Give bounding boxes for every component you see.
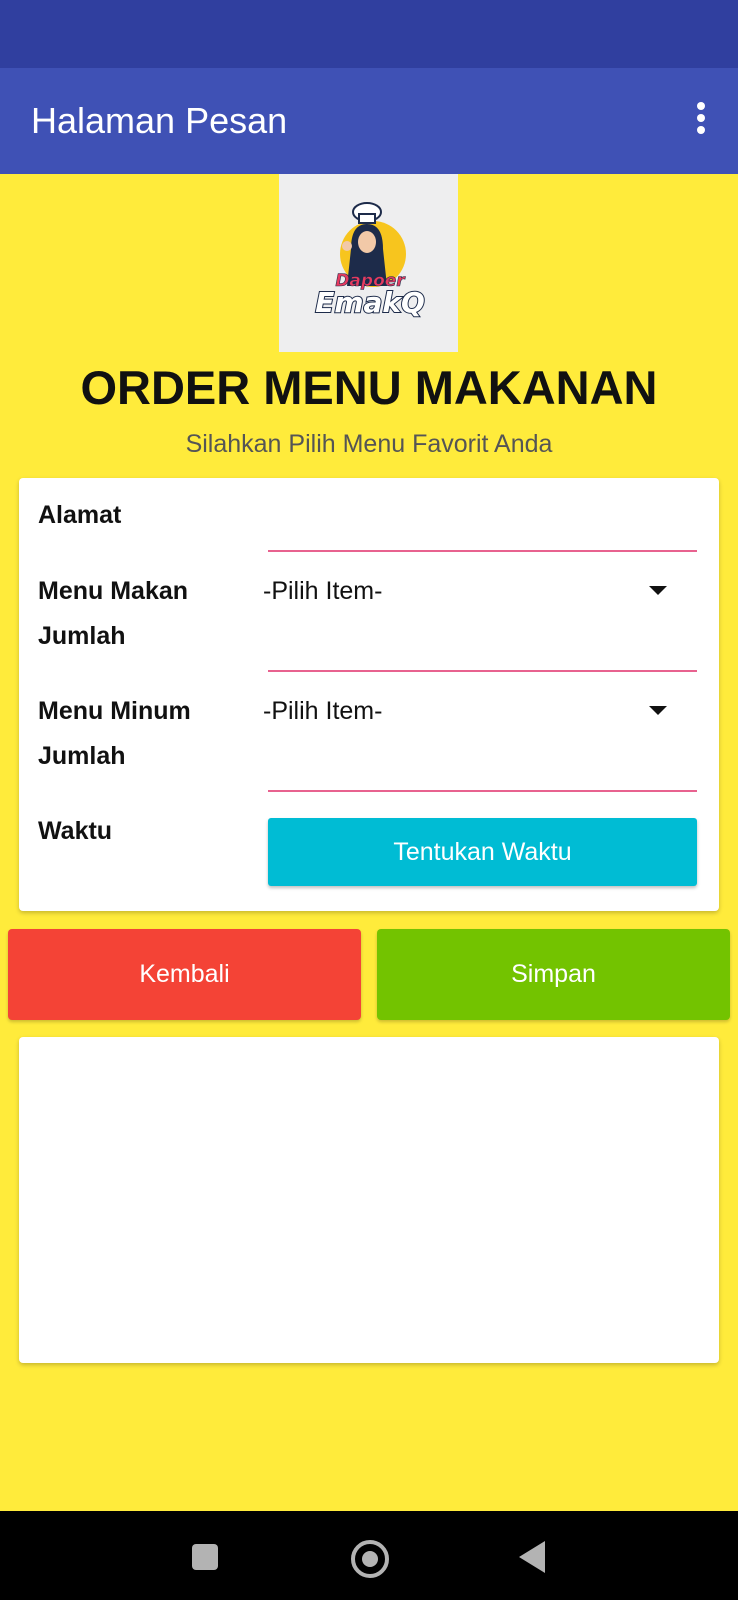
logo-text-line2: EmakQ (315, 286, 425, 319)
back-triangle-icon[interactable] (519, 1541, 545, 1573)
app-title: Halaman Pesan (31, 100, 288, 141)
order-result-card (19, 1037, 719, 1363)
set-time-button[interactable]: Tentukan Waktu (268, 818, 697, 886)
jumlah-makan-label: Jumlah (38, 622, 126, 650)
alamat-label: Alamat (38, 501, 122, 529)
system-nav-bar (0, 1511, 738, 1600)
waktu-label: Waktu (38, 817, 113, 845)
page-subtitle: Silahkan Pilih Menu Favorit Anda (185, 430, 553, 458)
order-form-card: Alamat Menu Makan -Pilih Item- Jumlah Me… (19, 478, 719, 911)
menu-makan-spinner[interactable]: -Pilih Item- (259, 568, 699, 614)
menu-minum-selected: -Pilih Item- (263, 697, 383, 725)
recents-square-icon[interactable] (192, 1544, 218, 1570)
chevron-down-icon (649, 706, 667, 715)
jumlah-minum-input[interactable] (268, 738, 697, 786)
alamat-input[interactable] (268, 498, 697, 548)
jumlah-minum-underline (268, 790, 697, 792)
chef-logo-icon: Dapoer EmakQ (314, 202, 426, 320)
menu-makan-selected: -Pilih Item- (263, 577, 383, 605)
save-button[interactable]: Simpan (377, 929, 730, 1020)
more-vert-icon[interactable] (680, 90, 720, 146)
menu-minum-spinner[interactable]: -Pilih Item- (259, 688, 699, 734)
status-bar (0, 0, 738, 68)
jumlah-makan-underline (268, 670, 697, 672)
app-bar: Halaman Pesan (0, 68, 738, 174)
back-button[interactable]: Kembali (8, 929, 361, 1020)
brand-logo: Dapoer EmakQ (279, 174, 458, 352)
home-circle-icon[interactable] (351, 1540, 389, 1578)
alamat-underline (268, 550, 697, 552)
jumlah-minum-label: Jumlah (38, 742, 126, 770)
page-title: ORDER MENU MAKANAN (80, 361, 658, 414)
menu-makan-label: Menu Makan (38, 577, 189, 605)
chevron-down-icon (649, 586, 667, 595)
menu-minum-label: Menu Minum (38, 697, 191, 725)
jumlah-makan-input[interactable] (268, 618, 697, 666)
